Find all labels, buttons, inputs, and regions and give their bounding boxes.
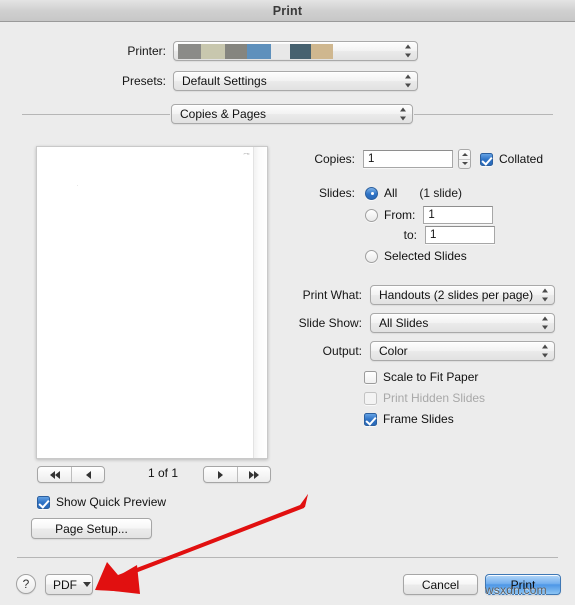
page-setup-button[interactable]: Page Setup...: [31, 518, 152, 539]
copies-label: Copies:: [314, 152, 355, 166]
option-label: Scale to Fit Paper: [383, 370, 479, 384]
selected-slides-label: Selected Slides: [384, 249, 467, 263]
radio-icon[interactable]: [365, 186, 378, 200]
preview-nav-back[interactable]: [37, 466, 105, 483]
pane-divider-left: [22, 114, 170, 115]
chevron-updown-icon: [404, 44, 411, 58]
last-page-button[interactable]: [237, 467, 270, 482]
pdf-button[interactable]: PDF: [45, 574, 93, 595]
chevron-updown-icon: [541, 316, 548, 330]
output-row: Output: Color: [0, 341, 575, 361]
slide-show-value: All Slides: [379, 316, 429, 330]
from-label: From:: [384, 208, 416, 222]
from-input[interactable]: 1: [423, 206, 494, 224]
chevron-down-icon: [83, 582, 91, 587]
first-page-button[interactable]: [38, 467, 71, 482]
slide-count-note: (1 slide): [419, 186, 463, 200]
slide-show-select[interactable]: All Slides: [370, 313, 555, 333]
printer-select[interactable]: [173, 41, 418, 61]
slides-label: Slides:: [318, 186, 355, 200]
checkbox-icon[interactable]: [364, 412, 377, 426]
chevron-updown-icon: [541, 344, 548, 358]
site-watermark: wsxdn.com: [485, 583, 547, 597]
slides-to-row: to: 1: [0, 226, 575, 244]
slides-selected-row: Selected Slides: [0, 249, 575, 263]
presets-label: Presets:: [121, 74, 166, 88]
help-button[interactable]: ?: [16, 574, 36, 594]
page-setup-label: Page Setup...: [55, 521, 128, 536]
copies-row: Copies: 1 Collated: [0, 149, 575, 169]
cancel-button[interactable]: Cancel: [403, 574, 478, 595]
window-titlebar: Print: [0, 0, 575, 22]
chevron-updown-icon: [541, 288, 548, 302]
option-label: Print Hidden Slides: [383, 391, 486, 405]
show-quick-preview-checkbox[interactable]: Show Quick Preview: [37, 495, 166, 509]
stepper-up-icon[interactable]: [459, 150, 470, 160]
footer-divider: [17, 557, 558, 558]
print-what-value: Handouts (2 slides per page): [379, 288, 534, 302]
print-what-row: Print What: Handouts (2 slides per page): [0, 285, 575, 305]
slides-all-row: Slides: All (1 slide): [0, 186, 575, 200]
help-label: ?: [22, 577, 30, 591]
output-select[interactable]: Color: [370, 341, 555, 361]
output-label: Output:: [322, 344, 362, 358]
to-label: to:: [403, 228, 417, 242]
collated-checkbox[interactable]: Collated: [480, 152, 543, 166]
slide-show-label: Slide Show:: [298, 316, 362, 330]
cancel-label: Cancel: [421, 577, 460, 592]
chevron-updown-icon: [404, 74, 411, 88]
option-frame-slides[interactable]: Frame Slides: [364, 412, 454, 426]
preview-nav-forward[interactable]: [203, 466, 271, 483]
checkbox-icon: [364, 391, 377, 405]
presets-row: Presets: Default Settings: [0, 71, 575, 91]
slide-show-row: Slide Show: All Slides: [0, 313, 575, 333]
option-print-hidden-slides: Print Hidden Slides: [364, 391, 485, 405]
option-label: Frame Slides: [383, 412, 454, 426]
previous-page-button[interactable]: [71, 467, 104, 482]
stepper-down-icon[interactable]: [459, 160, 470, 169]
radio-all-slides[interactable]: All: [365, 186, 397, 200]
next-page-button[interactable]: [204, 467, 237, 482]
pane-divider-right: [414, 114, 553, 115]
copies-value: 1: [368, 153, 375, 165]
slides-from-row: From: 1: [0, 206, 575, 224]
radio-icon[interactable]: [365, 208, 378, 222]
copies-input[interactable]: 1: [363, 150, 453, 168]
presets-select[interactable]: Default Settings: [173, 71, 418, 91]
printer-name-redacted: [178, 43, 333, 59]
page-indicator: 1 of 1: [147, 466, 179, 480]
show-quick-preview-label: Show Quick Preview: [56, 495, 167, 509]
presets-value: Default Settings: [182, 74, 267, 88]
printer-row: Printer:: [0, 41, 575, 61]
copies-stepper[interactable]: [458, 149, 471, 169]
collated-label: Collated: [499, 152, 544, 166]
checkbox-icon[interactable]: [37, 495, 50, 509]
to-input[interactable]: 1: [425, 226, 495, 244]
checkbox-icon[interactable]: [480, 152, 493, 166]
printer-label: Printer:: [127, 44, 166, 58]
option-scale-to-fit-paper[interactable]: Scale to Fit Paper: [364, 370, 478, 384]
radio-slide-range[interactable]: From:: [365, 208, 415, 222]
print-what-label: Print What:: [302, 288, 362, 302]
to-value: 1: [430, 229, 437, 241]
window-title: Print: [272, 3, 303, 18]
print-what-select[interactable]: Handouts (2 slides per page): [370, 285, 555, 305]
radio-all-label: All: [384, 186, 398, 200]
chevron-updown-icon: [399, 107, 406, 121]
from-value: 1: [428, 209, 435, 221]
pdf-label: PDF: [53, 577, 77, 592]
output-value: Color: [379, 344, 408, 358]
radio-selected-slides[interactable]: Selected Slides: [365, 249, 467, 263]
pane-value: Copies & Pages: [180, 107, 267, 121]
pane-select[interactable]: Copies & Pages: [171, 104, 413, 124]
checkbox-icon[interactable]: [364, 370, 377, 384]
radio-icon[interactable]: [365, 249, 378, 263]
